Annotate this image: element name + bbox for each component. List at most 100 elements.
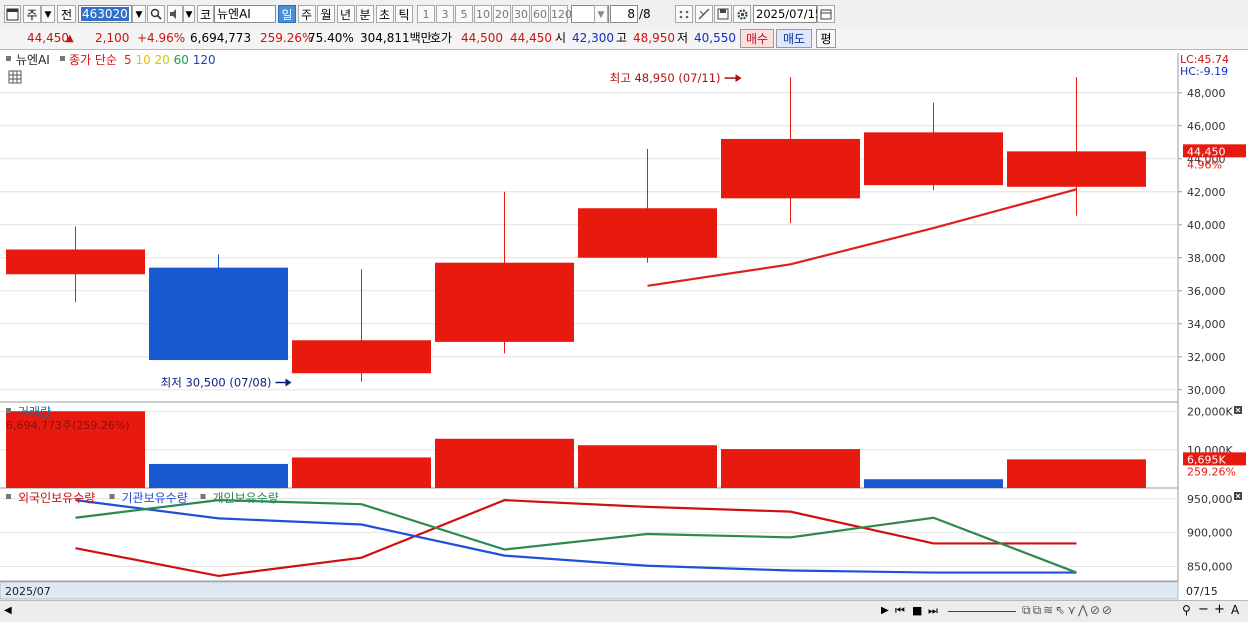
window-icon[interactable] — [4, 5, 21, 23]
holding-legend-0: 외국인보유수량 — [18, 491, 95, 505]
ask-price-1: 44,500 — [461, 31, 503, 45]
price-tick-label: 40,000 — [1187, 219, 1226, 232]
panel-close-icon[interactable] — [1234, 492, 1242, 500]
period-tab-3[interactable]: 년 — [336, 5, 355, 23]
period-tab-5[interactable]: 초 — [375, 5, 394, 23]
code-input[interactable]: 463020 — [78, 5, 132, 23]
market-button[interactable]: 주 — [23, 5, 41, 23]
volume-value: 6,694,773 — [190, 31, 252, 45]
trade-amount: 304,811백만 — [360, 31, 432, 45]
stock-chart-svg[interactable]: 30,000 32,000 34,000 36,000 38,000 40,000 42,0… — [0, 51, 1248, 601]
grid-toggle-icon[interactable] — [8, 70, 22, 84]
holding-tick-label: 850,000 — [1187, 560, 1233, 573]
candle-body — [1007, 151, 1146, 187]
holding-tick-label: 900,000 — [1187, 527, 1233, 540]
evaluate-button[interactable]: 평 — [816, 29, 836, 48]
ma-period-120: 120 — [189, 53, 216, 67]
holding-legend-2: 개인보유수량 — [213, 491, 279, 505]
volume-bar — [1007, 459, 1146, 488]
legend-square-icon — [200, 494, 206, 499]
x-axis-end: 07/15 — [1186, 585, 1218, 598]
main-toolbar: 주 ▼ 전 463020 ▼ ▼ 코 뉴엔AI 일주월년분초틱 1 3 5 10 20 3… — [0, 0, 1248, 29]
period-tab-0[interactable]: 일 — [278, 5, 296, 23]
speaker-icon[interactable] — [167, 5, 183, 23]
price-tick-label: 36,000 — [1187, 285, 1226, 298]
period-tab-2[interactable]: 월 — [317, 5, 335, 23]
ask-label: 호가 — [430, 31, 453, 45]
magnifier-icon[interactable]: ⚲ — [1182, 603, 1191, 617]
save-icon[interactable] — [714, 5, 732, 23]
last-price-tag-text: 44,450 — [1187, 145, 1226, 158]
sell-button[interactable]: 매도 — [776, 29, 812, 48]
zoom-out-icon[interactable]: − — [1198, 602, 1209, 617]
search-icon[interactable] — [147, 5, 165, 23]
ma-period-5: 5 — [124, 53, 132, 67]
buy-button[interactable]: 매수 — [740, 29, 774, 48]
ma-period-10: 10 — [132, 53, 151, 67]
stop-icon[interactable]: ■ — [912, 604, 922, 617]
scroll-left-icon[interactable]: ◀ — [4, 605, 12, 616]
price-tick-label: 46,000 — [1187, 120, 1226, 133]
chart-area[interactable]: 30,000 32,000 34,000 36,000 38,000 40,000 42,0… — [0, 51, 1248, 601]
price-tick-label: 48,000 — [1187, 87, 1226, 100]
legend-square-icon — [6, 494, 11, 499]
max-price-label: 최고 48,950 (07/11) — [610, 71, 721, 85]
zoom-in-icon[interactable]: + — [1214, 602, 1225, 617]
change-value: 2,100 — [95, 31, 130, 45]
first-page-icon[interactable]: ⏮ — [895, 604, 905, 618]
interval-dropdown-icon[interactable]: ▼ — [594, 5, 608, 23]
low-label: 저 — [677, 31, 689, 45]
interval-button-5[interactable]: 5 — [455, 5, 473, 23]
volume-bar — [721, 449, 860, 488]
interval-button-10[interactable]: 10 — [474, 5, 492, 23]
code-value: 463020 — [81, 7, 129, 21]
period-tab-4[interactable]: 분 — [356, 5, 374, 23]
dots-icon[interactable] — [675, 5, 693, 23]
period-tab-6[interactable]: 틱 — [395, 5, 413, 23]
interval-button-120[interactable]: 120 — [550, 5, 572, 23]
scroll-bar[interactable]: ◀ ▶ ⏮ ■ ⏭ ⧉⧉≋⇖⋎⋀⊘⊘ ⚲ − + A — [0, 600, 1248, 622]
speaker-dropdown-icon[interactable]: ▼ — [183, 5, 195, 23]
last-page-icon[interactable]: ⏭ — [928, 604, 938, 618]
prev-button[interactable]: 전 — [57, 5, 76, 23]
interval-button-20[interactable]: 20 — [493, 5, 511, 23]
ask-price-2: 44,450 — [510, 31, 552, 45]
interval-button-1[interactable]: 1 — [417, 5, 435, 23]
open-price: 42,300 — [572, 31, 614, 45]
date-input[interactable]: 2025/07/15 — [753, 5, 822, 23]
price-tick-label: 34,000 — [1187, 318, 1226, 331]
candle-body — [864, 132, 1003, 186]
draw-tool-icon[interactable] — [695, 5, 713, 23]
count-total: /8 — [639, 7, 651, 21]
period-tab-1[interactable]: 주 — [297, 5, 316, 23]
code-dropdown-icon[interactable]: ▼ — [132, 5, 146, 23]
candle-body — [292, 340, 431, 374]
volume-tick-label: 20,000K — [1187, 406, 1233, 419]
zoom-slider[interactable] — [948, 611, 1016, 612]
volume-info: 6,694,773주(259.26%) — [6, 419, 130, 432]
holding-legend-1: 기관보유수량 — [122, 491, 188, 505]
settings-gear-icon[interactable] — [733, 5, 751, 23]
panel-close-icon[interactable] — [1234, 406, 1242, 414]
count-input[interactable]: 8 — [610, 5, 638, 23]
change-arrow: ▲ — [66, 33, 74, 44]
stock-name-field[interactable]: 뉴엔AI — [214, 5, 276, 23]
calendar-icon[interactable] — [817, 5, 835, 23]
legend-square-icon — [6, 56, 11, 61]
interval-button-3[interactable]: 3 — [436, 5, 454, 23]
hc-value: HC:-9.19 — [1180, 65, 1228, 78]
low-price: 40,550 — [694, 31, 736, 45]
volume-title: 거래량 — [18, 405, 51, 419]
auto-scale-icon[interactable]: A — [1231, 603, 1239, 617]
x-axis-strip — [0, 581, 1179, 600]
interval-button-30[interactable]: 30 — [512, 5, 530, 23]
open-label: 시 — [555, 31, 567, 45]
drawing-tools-icon[interactable]: ⧉⧉≋⇖⋎⋀⊘⊘ — [1022, 603, 1114, 618]
high-price: 48,950 — [633, 31, 675, 45]
market-dropdown-icon[interactable]: ▼ — [41, 5, 55, 23]
ma-period-legend: 5 10 20 60 120 — [124, 53, 216, 67]
candle-body — [721, 138, 860, 199]
scroll-right-icon[interactable]: ▶ — [881, 605, 889, 616]
interval-button-60[interactable]: 60 — [531, 5, 549, 23]
price-tick-label: 42,000 — [1187, 186, 1226, 199]
